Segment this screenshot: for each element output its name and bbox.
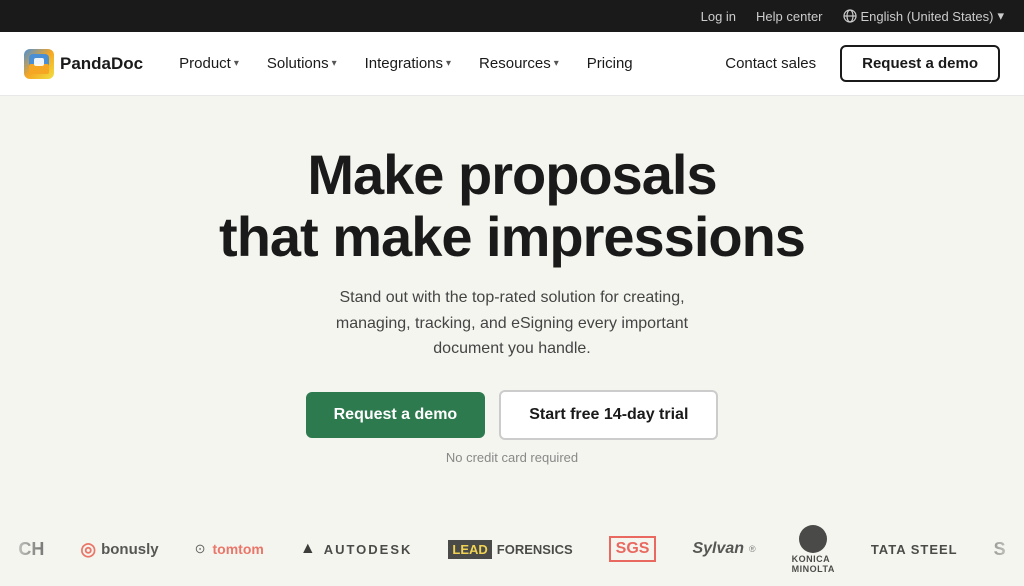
login-link[interactable]: Log in [701,9,736,24]
logo-tata-steel: TATA STEEL [871,542,958,557]
logo-konica-minolta: KONICA MINOLTA [792,525,835,574]
nav-integrations[interactable]: Integrations ▾ [353,47,463,80]
product-chevron: ▾ [234,58,239,69]
hero-section: Make proposals that make impressions Sta… [0,96,1024,513]
contact-sales-link[interactable]: Contact sales [713,47,828,80]
globe-icon [843,9,857,23]
logo-autodesk: ▲ AUTODESK [300,540,413,558]
logo-partial-right: S [994,539,1006,560]
logo-ch: CH [18,539,44,560]
nav-links: Product ▾ Solutions ▾ Integrations ▾ Res… [167,47,713,80]
logo-text: PandaDoc [60,54,143,74]
language-selector[interactable]: English (United States) ▾ [843,8,1004,24]
navbar: PandaDoc Product ▾ Solutions ▾ Integrati… [0,32,1024,96]
nav-product[interactable]: Product ▾ [167,47,251,80]
hero-buttons: Request a demo Start free 14-day trial [306,390,719,440]
nav-solutions[interactable]: Solutions ▾ [255,47,349,80]
request-demo-nav-button[interactable]: Request a demo [840,45,1000,82]
hero-title: Make proposals that make impressions [219,144,805,267]
logo-strip: CH ◎ bonusly ⊙ tomtom ▲ AUTODESK LEAD FO… [0,513,1024,586]
utility-bar: Log in Help center English (United State… [0,0,1024,32]
logo-sgs: SGS [609,536,657,562]
logo-link[interactable]: PandaDoc [24,49,143,79]
nav-resources[interactable]: Resources ▾ [467,47,571,80]
nav-right: Contact sales Request a demo [713,45,1000,82]
hero-trial-button[interactable]: Start free 14-day trial [499,390,718,440]
no-credit-text: No credit card required [446,450,578,465]
hero-subtitle: Stand out with the top-rated solution fo… [302,285,722,362]
resources-chevron: ▾ [554,58,559,69]
solutions-chevron: ▾ [332,58,337,69]
logo-bonusly: ◎ bonusly [80,539,158,560]
logo-sylvan: Sylvan ® [692,540,755,558]
language-chevron: ▾ [997,8,1004,24]
integrations-chevron: ▾ [446,58,451,69]
help-center-link[interactable]: Help center [756,9,822,24]
hero-request-demo-button[interactable]: Request a demo [306,392,486,438]
nav-pricing[interactable]: Pricing [575,47,645,80]
logo-icon [24,49,54,79]
logo-lead-forensics: LEAD FORENSICS [448,540,572,559]
language-label: English (United States) [861,9,994,24]
logo-tomtom: ⊙ tomtom [195,541,264,557]
